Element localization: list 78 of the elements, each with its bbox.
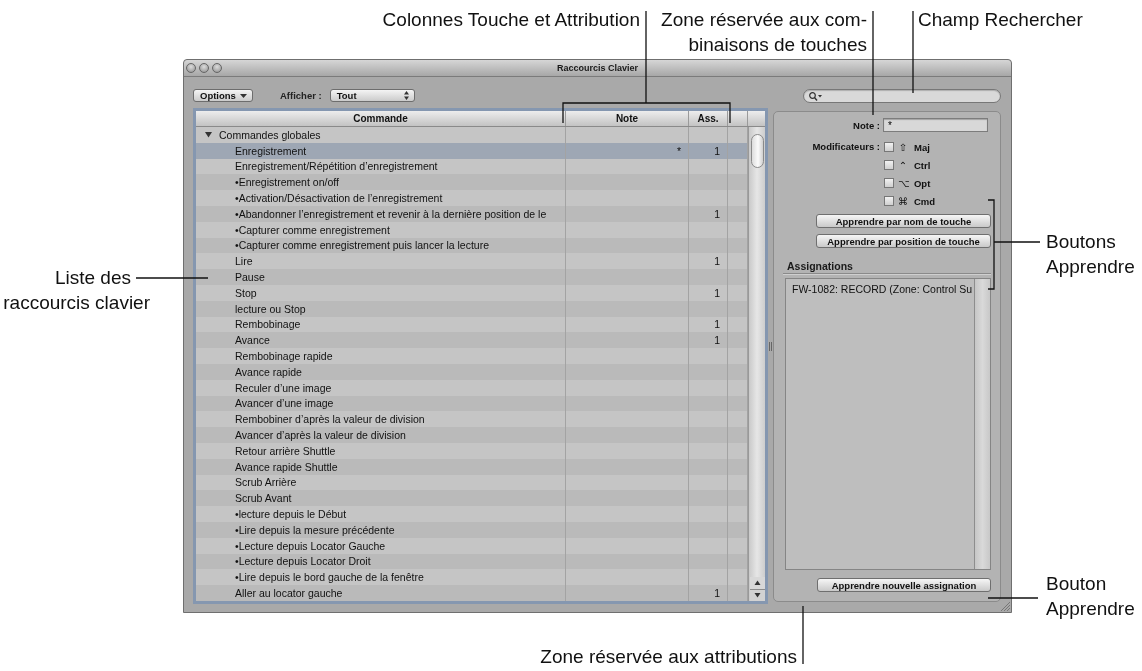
table-cell: Pause [196, 269, 566, 285]
resize-grip-icon[interactable] [1000, 601, 1010, 611]
options-menu-button[interactable]: Options [193, 89, 253, 102]
table-cell: Reculer d’une image [196, 379, 566, 396]
table-cell: •Capturer comme enregistrement [196, 221, 566, 238]
key-symbol: ⌥ [898, 177, 908, 189]
leader-line [987, 597, 1039, 599]
assignment-item[interactable]: FW-1082: RECORD (Zone: Control Su [786, 281, 974, 297]
callout-label: Bouton Apprendre [1046, 572, 1135, 621]
table-cell: •Lecture depuis Locator Gauche [196, 537, 566, 554]
learn-button[interactable]: Apprendre nouvelle assignation [817, 578, 991, 592]
checkbox[interactable] [884, 178, 894, 188]
table-cell: Rembobinage rapide [196, 348, 566, 364]
table-cell: Avancer d’après la valeur de division [196, 427, 566, 443]
column-header[interactable]: Ass. [689, 111, 728, 126]
group-label: Commandes globales [219, 128, 321, 141]
callout-label: Zone réservée aux com- binaisons de touches [661, 8, 867, 57]
zoom-button[interactable] [212, 63, 222, 73]
search-icon [809, 91, 822, 101]
table-row[interactable]: Scrub Avant [196, 490, 748, 507]
checkbox[interactable] [884, 142, 894, 152]
disclosure-triangle-icon[interactable] [205, 131, 212, 139]
table-row[interactable]: Avancer d’après la valeur de division [196, 427, 748, 443]
table-cell: Avance rapide [196, 363, 566, 380]
table-row[interactable]: •Enregistrement on/off [196, 174, 748, 191]
table-cell: •Abandonner l’enregistrement et revenir à la dernière position de le [196, 206, 566, 222]
caret-down-icon [240, 93, 247, 98]
table-row[interactable]: Avance 1 [196, 332, 748, 349]
table-cell: Retour arrière Shuttle [196, 442, 566, 459]
minimize-button[interactable] [199, 63, 209, 73]
search-field[interactable] [803, 89, 1001, 103]
table-cell: Enregistrement [196, 142, 566, 159]
scrollbar[interactable] [974, 279, 990, 569]
leader-line [802, 605, 804, 665]
scrollbar-thumb[interactable] [750, 134, 764, 168]
table-cell: •Lire depuis la mesure précédente [196, 521, 566, 538]
show-label: Afficher : [280, 90, 322, 101]
modifier-label: Ctrl [914, 159, 931, 171]
table-cell: Aller au locator gauche [196, 585, 566, 601]
table-cell: 1 [689, 206, 728, 222]
table-cell: •lecture depuis le Début [196, 506, 566, 522]
key-symbol: ⇧ [898, 141, 908, 153]
modifier-label: Opt [914, 177, 931, 189]
key-symbol: ⌘ [898, 195, 908, 207]
modifier-label: Maj [914, 141, 930, 153]
modifiers-label: Modificateurs : [811, 140, 880, 154]
column-header[interactable]: Commande [196, 111, 566, 126]
note-field[interactable]: * [883, 118, 988, 132]
callout-label: Boutons Apprendre [1046, 230, 1135, 279]
table-cell: * [566, 142, 689, 159]
learn-button[interactable]: Apprendre par position de touche [816, 234, 991, 248]
callout-label: Colonnes Touche et Attribution [382, 8, 640, 32]
table-row[interactable]: Pause [196, 269, 748, 285]
table-cell: 1 [689, 585, 728, 601]
close-button[interactable] [186, 63, 196, 73]
checkbox[interactable] [884, 160, 894, 170]
callout-label: Champ Rechercher [918, 8, 1083, 32]
key-symbol: ⌃ [898, 159, 908, 171]
checkbox[interactable] [884, 196, 894, 206]
show-menu-button[interactable]: Tout [329, 89, 415, 102]
updown-arrows-icon [403, 91, 409, 100]
grip-icon[interactable] [769, 342, 772, 351]
modifier-label: Cmd [914, 195, 936, 207]
scrollbar[interactable] [748, 127, 765, 601]
table-cell: lecture ou Stop [196, 300, 566, 317]
callout-label: Liste des raccourcis clavier [3, 266, 150, 315]
assignments-heading: Assignations [787, 260, 853, 272]
table-cell: Avance rapide Shuttle [196, 458, 566, 475]
table-cell: Stop [196, 284, 566, 301]
note-label: Note : [852, 119, 880, 131]
window-title: Raccourcis Clavier [556, 63, 638, 73]
table-cell: 1 [689, 142, 728, 159]
callout-label: Zone réservée aux attributions [540, 645, 797, 669]
table-cell: •Activation/Désactivation de l’enregistrement [196, 190, 566, 206]
column-header[interactable]: Note [566, 111, 689, 126]
table-cell: 1 [689, 284, 728, 301]
table-row[interactable]: Aller au locator gauche 1 [196, 585, 748, 601]
learn-button[interactable]: Apprendre par nom de touche [816, 214, 991, 228]
